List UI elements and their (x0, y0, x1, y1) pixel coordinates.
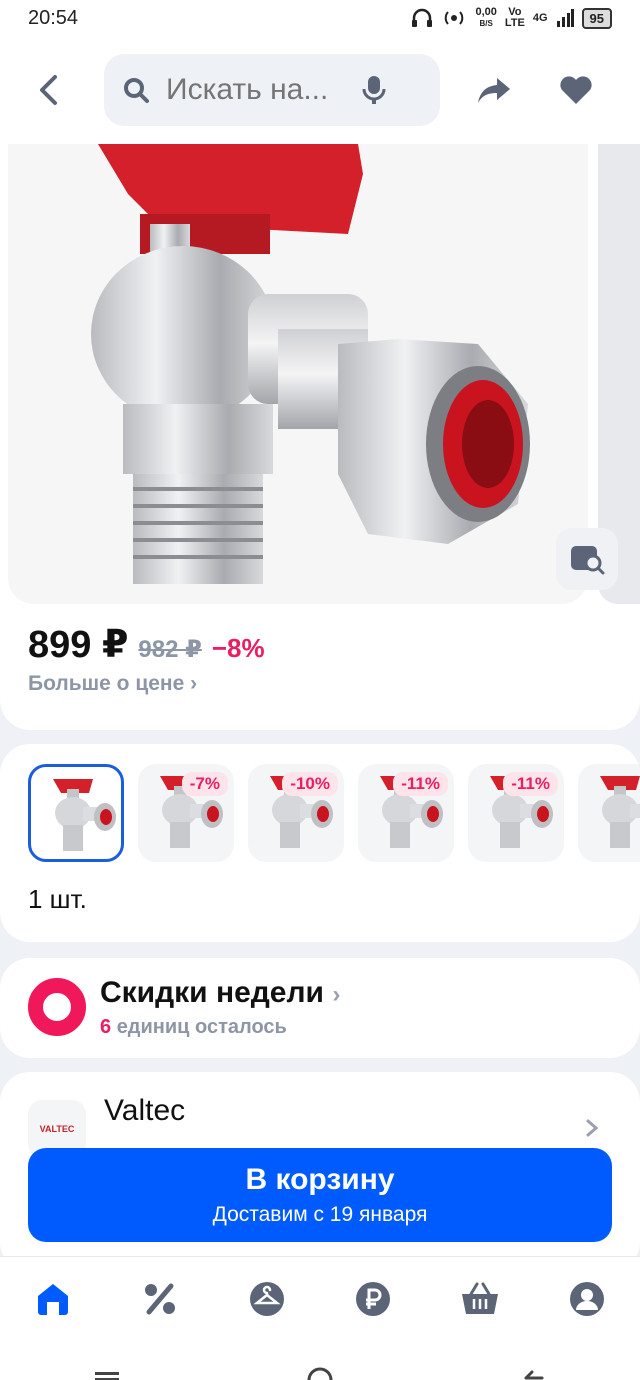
favorite-button[interactable] (548, 62, 604, 118)
quantity-label: 1 шт. (28, 884, 87, 914)
variant-option[interactable]: -10% (248, 764, 344, 862)
nav-finance[interactable] (345, 1271, 401, 1327)
discount-percent: −8% (211, 633, 265, 663)
image-search-icon (571, 546, 605, 575)
profile-icon (569, 1281, 604, 1316)
price-row: 899 ₽ 982 ₽ −8% (28, 622, 265, 667)
nav-cart[interactable] (452, 1271, 508, 1327)
visual-search-button[interactable] (556, 528, 618, 590)
basket-icon (461, 1282, 498, 1314)
status-icons: 0,00 B/S Vo LTE 4G 95 (411, 7, 612, 29)
weekly-discounts-card[interactable]: Скидки недели › 6 единиц осталось (0, 958, 640, 1058)
delivery-date-label: Доставим с 19 января (212, 1203, 428, 1226)
variant-discount-badge: -7% (181, 772, 228, 796)
battery-indicator: 95 (581, 7, 612, 29)
add-to-cart-label: В корзину (245, 1163, 395, 1196)
network-type: 4G (532, 11, 548, 24)
signal-icon (556, 9, 574, 27)
product-valve-image (91, 144, 530, 584)
promo-title: Скидки недели › (100, 976, 341, 1009)
recent-apps-icon[interactable] (87, 1356, 127, 1380)
variant-image (31, 779, 127, 869)
chevron-right-icon (586, 1119, 599, 1137)
hanger-icon (249, 1281, 284, 1316)
back-system-icon[interactable] (513, 1356, 553, 1380)
chevron-left-icon (40, 75, 57, 105)
add-to-cart-button[interactable]: В корзину Доставим с 19 января (28, 1148, 612, 1242)
back-button[interactable] (20, 62, 76, 118)
headphones-icon (412, 8, 433, 27)
ruble-icon (356, 1281, 391, 1316)
variant-image (578, 776, 640, 866)
share-button[interactable] (466, 62, 522, 118)
old-price: 982 ₽ (138, 636, 202, 663)
variant-option[interactable]: -11% (358, 764, 454, 862)
bottom-nav (0, 1256, 640, 1340)
variant-image (248, 776, 344, 866)
variant-option[interactable]: -7% (138, 764, 234, 862)
search-bar[interactable] (104, 54, 440, 126)
net-speed: 0,00 B/S (475, 6, 497, 29)
variant-discount-badge: -11% (503, 772, 558, 796)
more-about-price-link[interactable]: Больше о цене › (28, 672, 197, 696)
header (0, 36, 640, 144)
product-image-card: 899 ₽ 982 ₽ −8% Больше о цене › (0, 144, 640, 730)
status-time: 20:54 (28, 6, 79, 29)
home-icon (38, 1283, 69, 1315)
brand-name: Valtec (104, 1094, 186, 1127)
product-photo[interactable] (8, 144, 588, 604)
hotspot-icon (445, 11, 464, 25)
variant-image (468, 776, 564, 866)
system-navigation (0, 1340, 640, 1380)
nav-fresh[interactable] (239, 1271, 295, 1327)
variant-image (138, 776, 234, 866)
nav-profile[interactable] (559, 1271, 615, 1327)
weekly-discount-ring-icon (28, 978, 86, 1036)
home-system-icon[interactable] (300, 1356, 340, 1380)
variant-option[interactable]: -11% (468, 764, 564, 862)
current-price: 899 ₽ (28, 624, 129, 666)
microphone-icon[interactable] (362, 75, 386, 105)
variant-discount-badge: -11% (393, 772, 448, 796)
nav-discounts[interactable] (132, 1271, 188, 1327)
status-bar: 20:54 0,00 B/S Vo LTE 4G 95 (0, 0, 640, 36)
variants-card: -7% -10% -11% -11% 1 шт. (0, 744, 640, 942)
variant-image (358, 776, 454, 866)
variant-option[interactable] (578, 764, 640, 862)
promo-subtitle: 6 единиц осталось (100, 1016, 287, 1038)
search-input[interactable] (166, 73, 346, 107)
percent-icon (144, 1283, 175, 1314)
search-icon (124, 78, 149, 103)
nav-home[interactable] (25, 1271, 81, 1327)
volte-indicator: Vo LTE (504, 6, 525, 29)
heart-icon (560, 76, 592, 104)
variant-discount-badge: -10% (282, 772, 338, 796)
variant-option[interactable] (28, 764, 124, 862)
share-icon (478, 78, 510, 103)
